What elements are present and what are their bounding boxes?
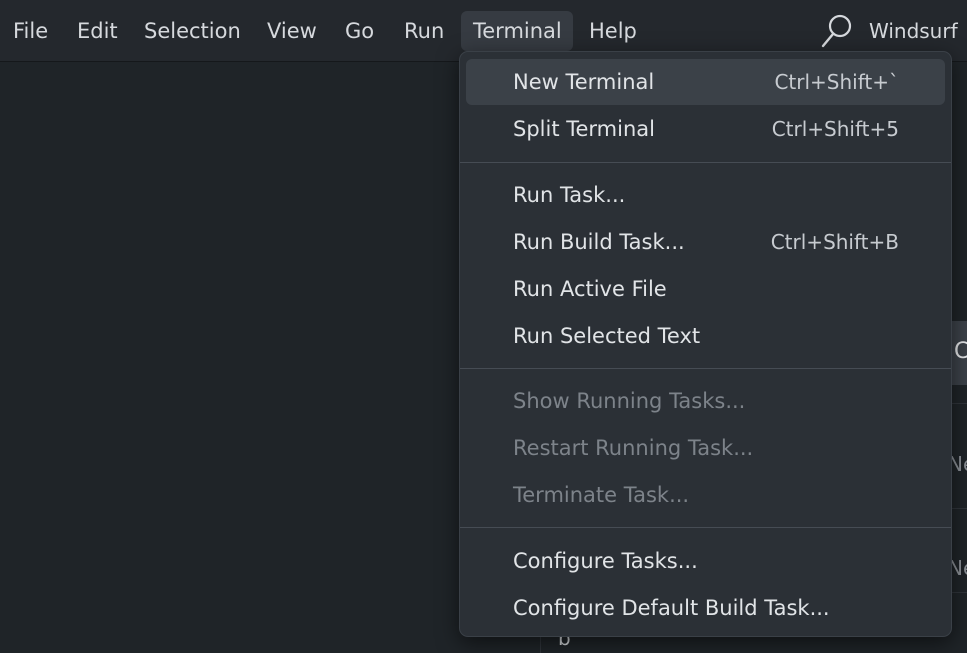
menu-item-label: Show Running Tasks... [513,389,746,413]
terminal-menu-dropdown: New Terminal Ctrl+Shift+` Split Terminal… [459,51,952,637]
menu-item-label: Split Terminal [513,117,655,141]
menu-selection[interactable]: Selection [132,11,253,51]
menu-item-shortcut: Ctrl+Shift+5 [771,117,899,141]
menu-item-label: Restart Running Task... [513,436,754,460]
menu-run[interactable]: Run [392,11,456,51]
menu-separator [460,368,951,369]
menu-item-run-active-file[interactable]: Run Active File [466,266,945,312]
menu-item-run-build-task[interactable]: Run Build Task... Ctrl+Shift+B [466,219,945,265]
side-panel-tab-label: C [954,339,967,364]
menu-item-shortcut: Ctrl+Shift+` [774,70,899,94]
menu-item-label: Run Selected Text [513,324,701,348]
menu-item-restart-running-task[interactable]: Restart Running Task... [466,425,945,471]
menu-item-configure-default-build-task[interactable]: Configure Default Build Task... [466,585,945,631]
menu-edit[interactable]: Edit [65,11,130,51]
menu-help[interactable]: Help [577,11,649,51]
menu-item-label: Run Task... [513,183,626,207]
menu-item-split-terminal[interactable]: Split Terminal Ctrl+Shift+5 [466,106,945,152]
menu-separator [460,162,951,163]
search-icon[interactable] [820,13,854,49]
menu-item-shortcut: Ctrl+Shift+B [770,230,899,254]
menu-separator [460,527,951,528]
menu-item-label: New Terminal [513,70,655,94]
menu-go[interactable]: Go [333,11,386,51]
menu-item-label: Run Build Task... [513,230,685,254]
menu-view[interactable]: View [255,11,329,51]
menu-item-label: Run Active File [513,277,667,301]
menu-item-configure-tasks[interactable]: Configure Tasks... [466,538,945,584]
menu-item-run-selected-text[interactable]: Run Selected Text [466,313,945,359]
app-title: Windsurf [869,19,958,43]
menu-item-run-task[interactable]: Run Task... [466,172,945,218]
menu-item-new-terminal[interactable]: New Terminal Ctrl+Shift+` [466,59,945,105]
menu-file[interactable]: File [1,11,60,51]
menu-item-label: Terminate Task... [513,483,690,507]
menu-terminal[interactable]: Terminal [461,11,573,51]
menu-item-label: Configure Tasks... [513,549,698,573]
menu-item-show-running-tasks[interactable]: Show Running Tasks... [466,378,945,424]
menu-item-terminate-task[interactable]: Terminate Task... [466,472,945,518]
menu-item-label: Configure Default Build Task... [513,596,830,620]
